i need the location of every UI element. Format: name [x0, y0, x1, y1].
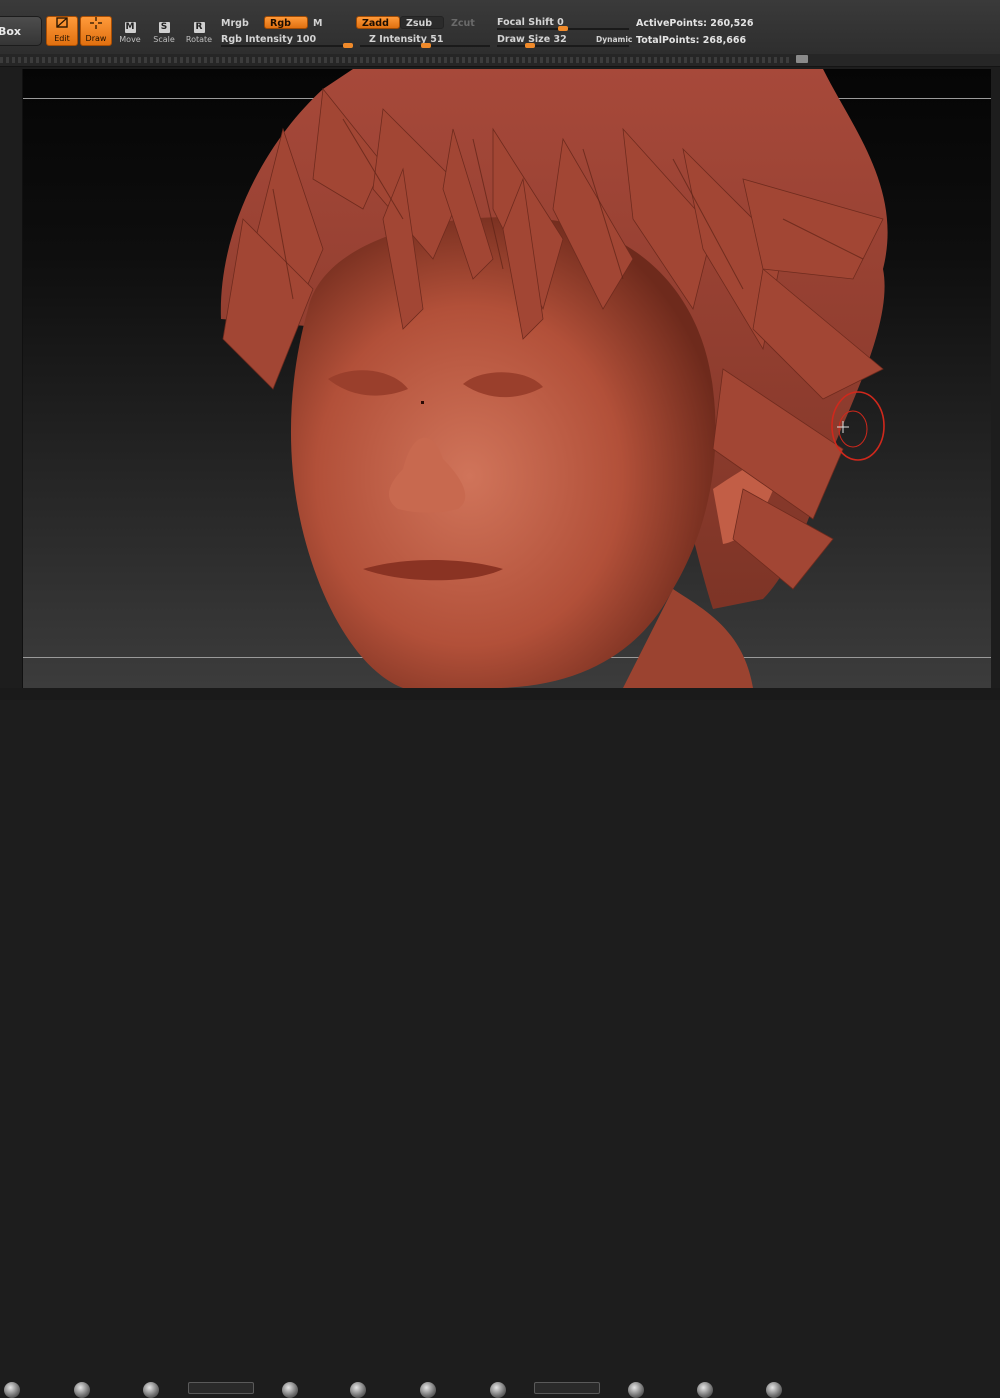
material-swatch[interactable]	[74, 1382, 90, 1398]
scale-icon: S	[158, 22, 170, 33]
rgb-intensity-value: 100	[296, 34, 317, 45]
total-points: TotalPoints: 268,666	[636, 35, 746, 46]
rgb-intensity-knob[interactable]	[343, 43, 353, 48]
sculpt-model-head[interactable]	[23, 69, 991, 688]
material-swatch[interactable]	[350, 1382, 366, 1398]
draw-size-knob[interactable]	[525, 43, 535, 48]
edit-icon	[54, 16, 70, 34]
z-intensity-value: 51	[430, 34, 444, 45]
dynamic-toggle[interactable]: Dynamic	[596, 35, 632, 44]
draw-size-value: 32	[553, 34, 567, 45]
z-intensity-slider[interactable]	[360, 43, 490, 48]
z-intensity-knob[interactable]	[421, 43, 432, 48]
material-tab[interactable]	[534, 1382, 600, 1394]
zsub-button[interactable]: Zsub	[400, 16, 444, 29]
material-swatch[interactable]	[490, 1382, 506, 1398]
m-button[interactable]: M	[313, 18, 322, 29]
zadd-button[interactable]: Zadd	[356, 16, 400, 29]
active-points: ActivePoints: 260,526	[636, 18, 754, 29]
move-icon: M	[124, 22, 136, 33]
z-intensity-text: Z Intensity	[369, 34, 427, 45]
focal-shift-text: Focal Shift	[497, 17, 554, 28]
rgb-intensity-text: Rgb Intensity	[221, 34, 293, 45]
focal-shift-slider[interactable]	[497, 26, 629, 31]
top-toolbar: tBox Edit Draw M Move S Scale R Rotate M…	[0, 0, 1000, 55]
move-button[interactable]: M Move	[114, 16, 146, 46]
rgb-button[interactable]: Rgb	[264, 16, 308, 29]
rgb-intensity-slider[interactable]	[221, 43, 353, 48]
material-palette	[0, 688, 1000, 1398]
move-label: Move	[119, 35, 141, 44]
focal-shift-label: Focal Shift 0	[497, 17, 564, 28]
focal-shift-knob[interactable]	[558, 26, 568, 31]
scale-label: Scale	[153, 35, 175, 44]
z-intensity-label: Z Intensity 51	[369, 34, 443, 45]
zcut-button[interactable]: Zcut	[451, 18, 475, 29]
rgb-intensity-label: Rgb Intensity 100	[221, 34, 316, 45]
scale-button[interactable]: S Scale	[148, 16, 180, 46]
material-swatch[interactable]	[766, 1382, 782, 1398]
total-points-value: 268,666	[702, 35, 747, 46]
draw-size-text: Draw Size	[497, 34, 551, 45]
shelf-scroll-handle[interactable]	[796, 55, 808, 63]
total-points-label: TotalPoints:	[636, 35, 700, 46]
draw-label: Draw	[85, 34, 107, 43]
draw-icon	[88, 16, 104, 34]
rotate-button[interactable]: R Rotate	[183, 16, 215, 46]
active-points-label: ActivePoints:	[636, 18, 707, 29]
lightbox-label: tBox	[0, 24, 21, 38]
material-swatch[interactable]	[143, 1382, 159, 1398]
material-tab[interactable]	[188, 1382, 254, 1394]
material-swatch[interactable]	[420, 1382, 436, 1398]
draw-size-slider[interactable]	[497, 43, 629, 48]
edit-label: Edit	[54, 34, 70, 43]
material-swatch[interactable]	[282, 1382, 298, 1398]
document-canvas[interactable]	[22, 69, 991, 688]
lightbox-button[interactable]: tBox	[0, 16, 42, 46]
draw-button[interactable]: Draw	[80, 16, 112, 46]
material-swatch[interactable]	[697, 1382, 713, 1398]
mrgb-button[interactable]: Mrgb	[221, 18, 249, 29]
material-swatch[interactable]	[628, 1382, 644, 1398]
edit-button[interactable]: Edit	[46, 16, 78, 46]
rotate-label: Rotate	[185, 35, 213, 44]
material-swatch[interactable]	[4, 1382, 20, 1398]
shelf-scrollbar	[0, 54, 1000, 67]
rotate-icon: R	[193, 22, 205, 33]
active-points-value: 260,526	[710, 18, 754, 29]
shelf-track	[0, 57, 790, 63]
